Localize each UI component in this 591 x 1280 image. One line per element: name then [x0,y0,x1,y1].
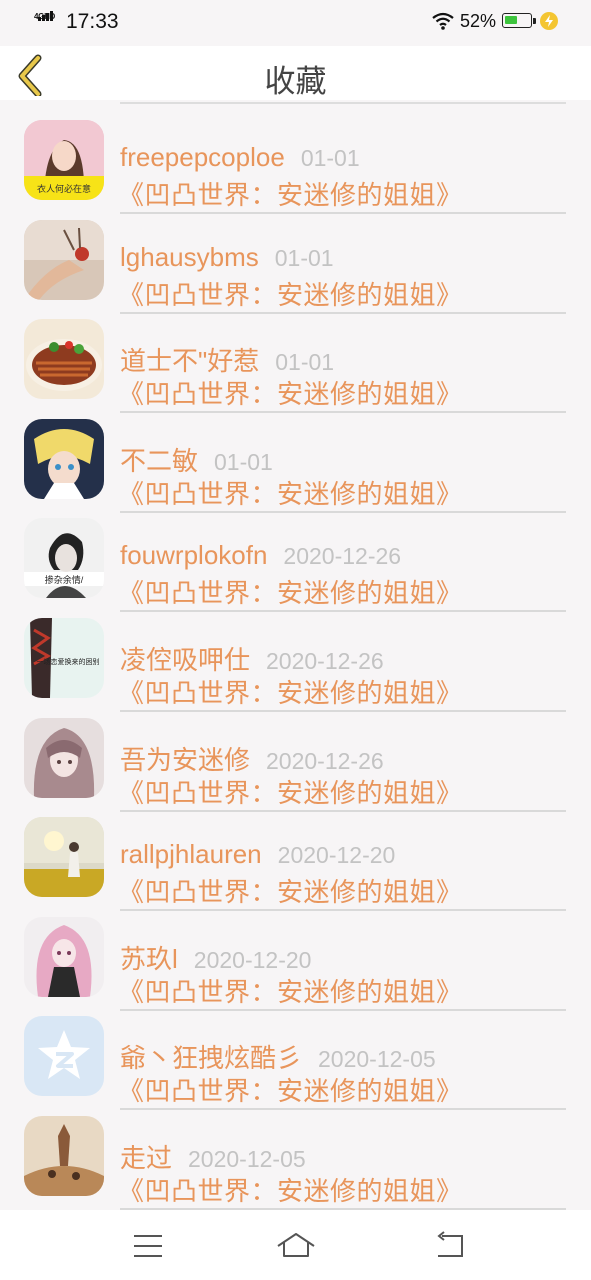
favorite-date: 2020-12-05 [318,1046,436,1073]
avatar-caption: 一场恋爱换来的困别 [37,657,100,666]
navigation-bar [0,1210,591,1280]
favorite-date: 2020-12-26 [283,543,402,570]
book-title: 《凹凸世界：安迷修的姐姐》 [118,1176,463,1206]
favorite-date: 2020-12-20 [277,842,396,869]
avatar: 掺杂余情/ [24,518,104,599]
avatar [24,717,104,798]
favorite-date: 2020-12-20 [193,946,312,973]
avatar [24,1016,104,1097]
favorite-item[interactable]: 道士不"好惹 01-01 《凹凸世界：安迷修的姐姐》 [0,311,591,414]
book-title: 《凹凸世界：安迷修的姐姐》 [118,678,463,708]
username: 道士不"好惹 01-01 [120,346,335,377]
book-title: 《凹凸世界：安迷修的姐姐》 [118,180,463,210]
favorite-item[interactable]: 一场恋爱换来的困别 凌倥吸呷仕 2020-12-26 《凹凸世界：安迷修的姐姐》 [0,610,591,712]
home-button[interactable] [276,1228,316,1264]
home-icon [277,1233,315,1257]
favorite-item[interactable]: lghausybms 01-01 《凹凸世界：安迷修的姐姐》 [0,212,591,314]
favorites-list[interactable]: 衣人何必在意 freepepcoploe 01-01 《凹凸世界：安迷修的姐姐》 … [0,100,591,1210]
return-icon [437,1231,463,1257]
username: fouwrplokofn 2020-12-26 [120,540,402,571]
battery-fill [505,16,517,24]
book-title: 《凹凸世界：安迷修的姐姐》 [118,976,463,1007]
book-title: 《凹凸世界：安迷修的姐姐》 [118,478,463,509]
battery-percent: 52% [460,11,497,31]
favorite-item[interactable]: 走过 2020-12-05 《凹凸世界：安迷修的姐姐》 [0,1108,591,1210]
favorite-date: 01-01 [214,448,273,475]
book-title: 《凹凸世界：安迷修的姐姐》 [118,1076,463,1107]
favorite-date: 2020-12-26 [266,747,384,774]
username: 不二敏 01-01 [120,445,273,476]
signal-icon: 4GHD [34,11,62,32]
menu-button[interactable] [128,1228,168,1264]
username: freepepcoploe 01-01 [120,142,360,172]
username: 吾为安迷修 2020-12-26 [120,744,384,775]
favorite-date: 01-01 [274,244,334,271]
avatar [24,916,104,997]
avatar: 衣人何必在意 [24,120,104,200]
qq-zone-icon [24,1016,104,1097]
avatar-caption: 衣人何必在意 [37,183,91,194]
favorite-item[interactable]: 吾为安迷修 2020-12-26 《凹凸世界：安迷修的姐姐》 [0,710,591,812]
avatar [24,319,104,400]
divider [120,102,566,104]
return-button[interactable] [430,1228,470,1264]
book-title: 《凹凸世界：安迷修的姐姐》 [118,279,463,310]
status-bar: 4GHD 17:33 52% [0,0,591,46]
battery-icon [502,13,536,28]
username: 走过 2020-12-05 [120,1143,306,1173]
favorite-item[interactable]: 衣人何必在意 freepepcoploe 01-01 《凹凸世界：安迷修的姐姐》 [0,112,591,214]
favorite-item[interactable]: 爺丶狂拽炫酷彡 2020-12-05 《凹凸世界：安迷修的姐姐》 [0,1008,591,1111]
charging-icon [540,12,558,30]
favorite-date: 2020-12-26 [266,648,384,674]
username: 苏玖l 2020-12-20 [120,943,312,974]
favorite-item[interactable]: 掺杂余情/ fouwrplokofn 2020-12-26 《凹凸世界：安迷修的姐… [0,510,591,613]
menu-icon [134,1235,162,1257]
avatar [24,1116,104,1196]
avatar: 一场恋爱换来的困别 [24,618,104,698]
username: lghausybms 01-01 [120,241,334,272]
avatar-caption: 掺杂余情/ [45,574,84,585]
favorite-date: 2020-12-05 [188,1146,306,1172]
username: 爺丶狂拽炫酷彡 2020-12-05 [120,1043,436,1074]
page-title: 收藏 [264,64,327,99]
wifi-icon [432,12,454,30]
favorite-item[interactable]: 苏玖l 2020-12-20 《凹凸世界：安迷修的姐姐》 [0,909,591,1011]
avatar [24,817,104,898]
header: 收藏 [0,46,591,100]
favorite-item[interactable]: 不二敏 01-01 《凹凸世界：安迷修的姐姐》 [0,411,591,513]
avatar [24,219,104,300]
book-title: 《凹凸世界：安迷修的姐姐》 [118,777,463,808]
favorite-date: 01-01 [275,349,335,376]
username: 凌倥吸呷仕 2020-12-26 [120,645,384,675]
book-title: 《凹凸世界：安迷修的姐姐》 [118,877,463,908]
favorite-date: 01-01 [300,145,360,171]
clock: 17:33 [66,10,119,33]
book-title: 《凹凸世界：安迷修的姐姐》 [118,379,463,410]
favorite-item[interactable]: rallpjhlauren 2020-12-20 《凹凸世界：安迷修的姐姐》 [0,809,591,912]
avatar [24,418,104,499]
book-title: 《凹凸世界：安迷修的姐姐》 [118,578,463,609]
username: rallpjhlauren 2020-12-20 [120,839,396,870]
